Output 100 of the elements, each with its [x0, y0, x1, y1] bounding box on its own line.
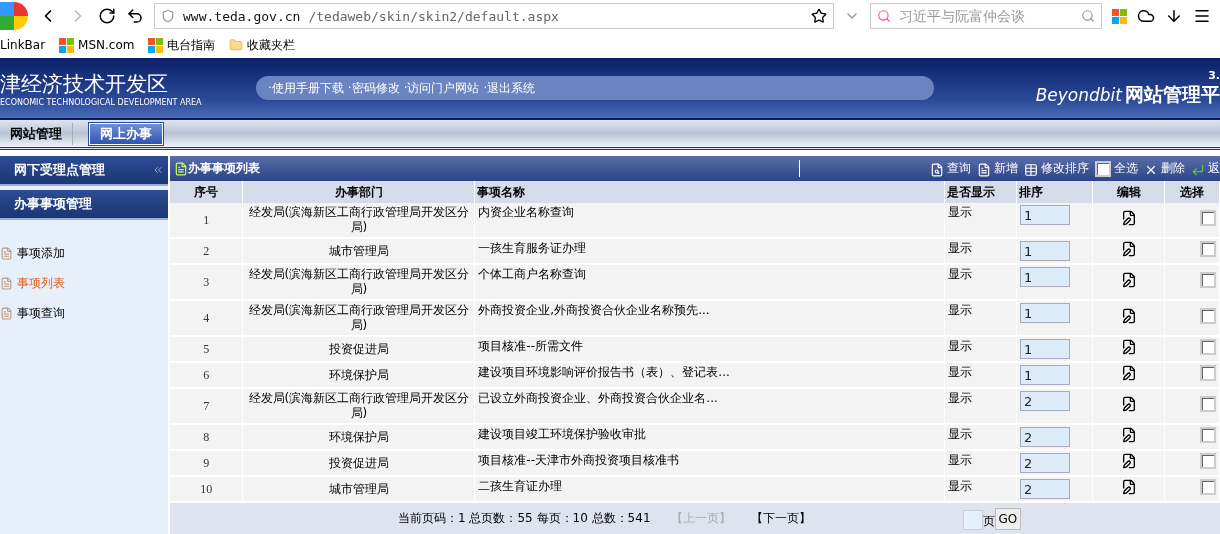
collapse-icon[interactable]	[152, 164, 164, 176]
nav-tab[interactable]: 网上办事	[89, 122, 163, 145]
star-icon[interactable]	[811, 8, 827, 24]
sort-order-field[interactable]: 1	[1020, 339, 1071, 359]
column-header: 办事部门	[242, 181, 475, 203]
table-cell: 9	[170, 450, 243, 476]
page-label: 页	[982, 512, 995, 530]
edit-icon[interactable]	[1120, 241, 1137, 257]
table-cell: 个体工商户名称查询	[474, 264, 945, 300]
table-cell: 内资企业名称查询	[474, 203, 945, 238]
download-icon[interactable]	[1165, 7, 1183, 25]
edit-icon[interactable]	[1120, 339, 1137, 355]
reload-icon[interactable]	[98, 7, 116, 25]
sort-order-field[interactable]: 2	[1020, 427, 1071, 447]
sort-order-field[interactable]: 1	[1020, 205, 1071, 225]
search-bar[interactable]: 习近平与阮富仲会谈	[870, 3, 1102, 29]
sort-order-field[interactable]: 2	[1020, 391, 1071, 411]
edit-icon[interactable]	[1120, 396, 1137, 412]
row-checkbox[interactable]	[1200, 427, 1216, 443]
edit-icon[interactable]	[1120, 427, 1137, 443]
document-icon	[0, 276, 13, 290]
cloud-icon[interactable]	[1137, 7, 1155, 25]
table-cell: 显示	[944, 450, 1017, 476]
pagination-info: 当前页码：1 总页数：55 每页：10 总数：541	[398, 510, 651, 527]
header-link[interactable]: ·使用手册下载	[268, 79, 344, 97]
sort-order-field[interactable]: 1	[1020, 303, 1071, 323]
search-icon	[877, 9, 891, 23]
header-link[interactable]: ·密码修改	[347, 79, 400, 97]
row-checkbox[interactable]	[1200, 241, 1216, 257]
sidebar-item[interactable]: 事项添加	[0, 238, 168, 268]
sidebar-section[interactable]: 网下受理点管理	[0, 156, 168, 186]
sidebar-item[interactable]: 事项查询	[0, 298, 168, 328]
table-cell: 已设立外商投资企业、外商投资合伙企业名...	[474, 388, 945, 424]
table-cell: 投资促进局	[242, 450, 475, 476]
table-cell: 建设项目竣工环境保护验收审批	[474, 424, 945, 450]
search-icon	[930, 163, 944, 177]
row-checkbox[interactable]	[1200, 210, 1216, 226]
sort-order-field[interactable]: 1	[1020, 241, 1071, 261]
row-checkbox[interactable]	[1200, 479, 1216, 495]
return-icon	[1191, 163, 1205, 177]
column-header: 事项名称	[474, 181, 945, 203]
table-cell: 一孩生育服务证办理	[474, 238, 945, 264]
logo-title: 津经济技术开发区	[0, 70, 169, 98]
toolbar-button[interactable]: 删除	[1144, 160, 1185, 177]
header-link[interactable]: ·访问门户网站	[403, 79, 480, 97]
checkbox-icon	[1095, 161, 1111, 177]
toolbar-button[interactable]: 新增	[977, 160, 1018, 177]
column-header: 排序	[1016, 181, 1093, 203]
edit-icon[interactable]	[1120, 453, 1137, 469]
table-cell: 环境保护局	[242, 424, 475, 450]
document-icon	[0, 306, 13, 320]
toolbar-button[interactable]: 查询	[930, 160, 971, 177]
go-button[interactable]: GO	[994, 507, 1022, 530]
bookmark-link[interactable]: LinkBar	[0, 38, 46, 52]
row-checkbox[interactable]	[1200, 308, 1216, 324]
toolbar-button[interactable]: 返	[1191, 160, 1220, 177]
row-checkbox[interactable]	[1200, 272, 1216, 288]
document-icon	[977, 163, 991, 177]
table-cell: 二孩生育证办理	[474, 476, 945, 502]
panel-title: 办事事项列表	[188, 160, 800, 177]
sort-order-field[interactable]: 1	[1020, 267, 1071, 287]
table-cell: 城市管理局	[242, 476, 475, 502]
address-bar[interactable]: www.teda.gov.cn /tedaweb/skin/skin2/default.aspx	[154, 3, 834, 29]
column-header: 是否显示	[944, 181, 1017, 203]
browser-logo[interactable]	[0, 2, 28, 30]
header-link[interactable]: ·退出系统	[483, 79, 536, 97]
next-page-link[interactable]: 【下一页】	[750, 510, 811, 527]
bookmark-link[interactable]: 电台指南	[167, 36, 216, 54]
edit-icon[interactable]	[1120, 479, 1137, 495]
page-number-field[interactable]	[962, 509, 983, 530]
bookmark-link[interactable]: MSN.com	[78, 38, 135, 52]
row-checkbox[interactable]	[1200, 339, 1216, 355]
table-cell: 经发局(滨海新区工商行政管理局开发区分局)	[242, 300, 475, 336]
menu-icon[interactable]	[1193, 7, 1211, 25]
row-checkbox[interactable]	[1200, 365, 1216, 381]
sort-order-field[interactable]: 2	[1020, 453, 1071, 473]
sort-order-field[interactable]: 2	[1020, 479, 1071, 499]
table-cell: 显示	[944, 264, 1017, 300]
row-checkbox[interactable]	[1200, 396, 1216, 412]
document-icon	[174, 161, 188, 176]
apps-icon[interactable]	[1112, 8, 1127, 24]
edit-icon[interactable]	[1120, 210, 1137, 226]
sidebar-section[interactable]: 办事事项管理	[0, 190, 168, 220]
bookmark-link[interactable]: 收藏夹栏	[247, 36, 296, 54]
undo-icon[interactable]	[126, 7, 144, 25]
windows-logo-icon	[59, 37, 75, 53]
edit-icon[interactable]	[1120, 272, 1137, 288]
table-cell: 经发局(滨海新区工商行政管理局开发区分局)	[242, 203, 475, 238]
version-label: 3.	[1208, 68, 1220, 82]
sort-order-field[interactable]: 1	[1020, 365, 1071, 385]
nav-tab[interactable]: 网站管理	[0, 122, 73, 145]
table-cell: 显示	[944, 300, 1017, 336]
toolbar-button[interactable]: 全选	[1095, 160, 1138, 177]
address-host: www.teda.gov.cn	[183, 8, 301, 24]
toolbar-button[interactable]: 修改排序	[1024, 160, 1089, 177]
edit-icon[interactable]	[1120, 365, 1137, 381]
row-checkbox[interactable]	[1200, 453, 1216, 469]
table-cell: 5	[170, 336, 243, 362]
table-cell: 经发局(滨海新区工商行政管理局开发区分局)	[242, 388, 475, 424]
edit-icon[interactable]	[1120, 308, 1137, 324]
